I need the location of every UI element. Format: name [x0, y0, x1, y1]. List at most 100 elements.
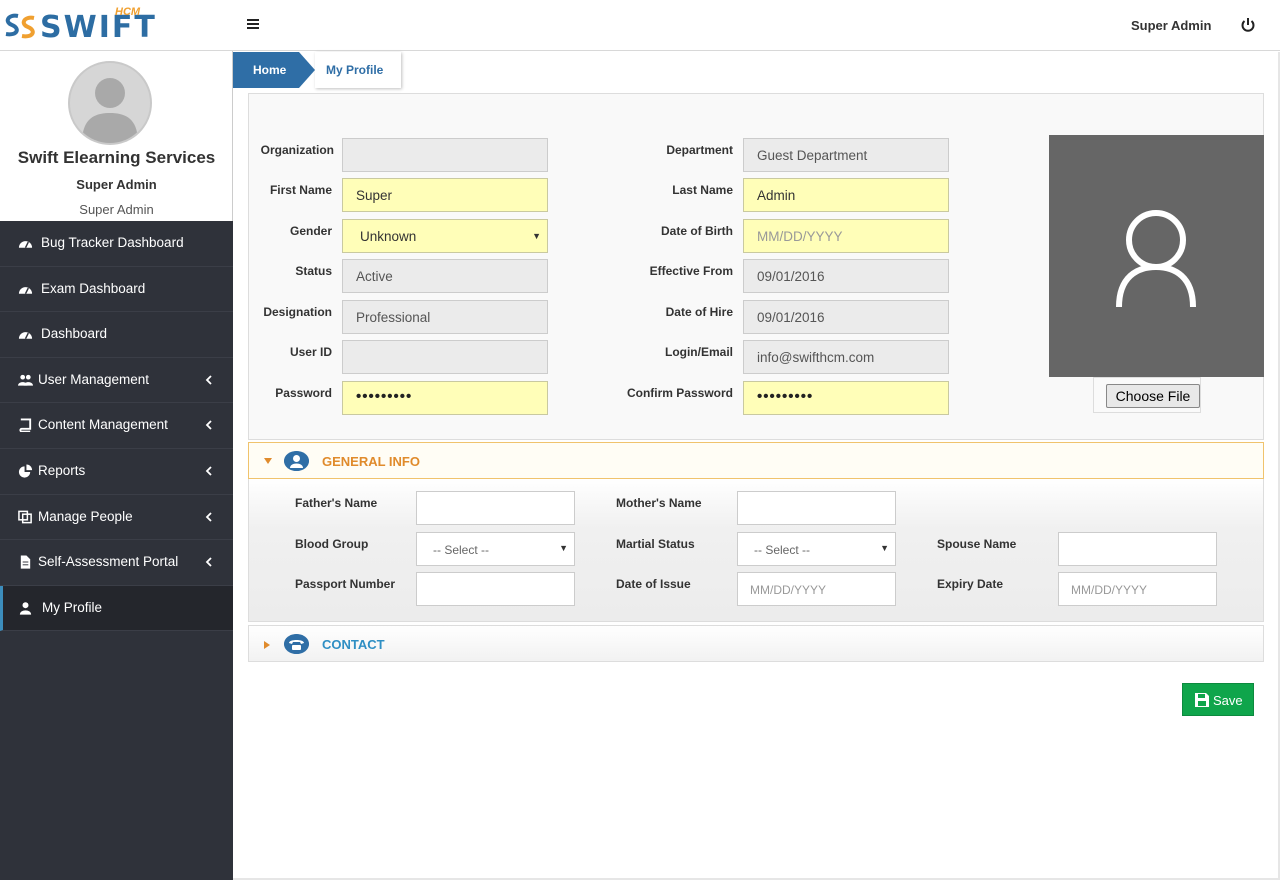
dropdown-arrow-icon: ▼: [532, 231, 541, 241]
password-field[interactable]: •••••••••: [342, 381, 548, 415]
chevron-left-icon: [205, 375, 212, 385]
breadcrumb-arrow: [299, 52, 315, 88]
department-label: Department: [666, 143, 733, 157]
user-circle-icon: [284, 451, 309, 471]
blood-group-select[interactable]: -- Select -- ▼: [416, 532, 575, 566]
chevron-left-icon: [205, 466, 212, 476]
phone-circle-icon: [284, 634, 309, 654]
general-info-accordion-header[interactable]: GENERAL INFO: [248, 442, 1264, 479]
profile-panel: Organization First Name Super Gender Unk…: [248, 93, 1264, 440]
book-icon: [19, 418, 32, 433]
users-icon: [18, 374, 33, 386]
dashboard-icon: [18, 332, 33, 340]
date-of-issue-label: Date of Issue: [616, 577, 691, 591]
user-id-field[interactable]: [342, 340, 548, 374]
top-header: SWIFT HCM Super Admin: [0, 0, 1280, 51]
header-user-name[interactable]: Super Admin: [1131, 18, 1211, 33]
sidebar-item-label: Reports: [38, 462, 86, 478]
power-icon[interactable]: [1240, 17, 1256, 33]
effective-from-field[interactable]: 09/01/2016: [743, 259, 949, 293]
password-label: Password: [275, 386, 332, 400]
chevron-left-icon: [205, 511, 212, 522]
user-outline-icon: [1116, 210, 1196, 308]
last-name-field[interactable]: Admin: [743, 178, 949, 212]
fathers-name-label: Father's Name: [295, 496, 378, 510]
caret-right-icon: [264, 641, 270, 649]
blood-group-selected-value: -- Select --: [433, 543, 490, 557]
department-field[interactable]: Guest Department: [743, 138, 949, 172]
sidebar-item-exam-dashboard[interactable]: Exam Dashboard: [0, 267, 233, 313]
blood-group-label: Blood Group: [295, 537, 369, 551]
general-info-title: GENERAL INFO: [322, 454, 420, 469]
contact-title: CONTACT: [322, 637, 385, 652]
first-name-label: First Name: [269, 183, 332, 197]
sidebar-item-content-management[interactable]: Content Management: [0, 403, 233, 449]
sidebar-item-label: Bug Tracker Dashboard: [41, 235, 184, 250]
status-label: Status: [295, 264, 332, 278]
mothers-name-label: Mother's Name: [616, 496, 702, 510]
expiry-date-field[interactable]: MM/DD/YYYY: [1058, 572, 1217, 606]
choose-file-button[interactable]: Choose File: [1106, 384, 1200, 408]
user-role-secondary: Super Admin: [79, 202, 154, 217]
sidebar-item-bug-tracker-dashboard[interactable]: Bug Tracker Dashboard: [0, 221, 233, 267]
sidebar-item-self-assessment-portal[interactable]: Self-Assessment Portal: [0, 540, 233, 586]
date-of-hire-field[interactable]: 09/01/2016: [743, 300, 949, 334]
first-name-field[interactable]: Super: [342, 178, 548, 212]
pie-chart-icon: [18, 464, 33, 478]
sidebar-item-dashboard[interactable]: Dashboard: [0, 312, 233, 358]
user-role-primary: Super Admin: [76, 177, 157, 192]
organization-field[interactable]: [342, 138, 548, 172]
login-email-field[interactable]: info@swifthcm.com: [743, 340, 949, 374]
passport-number-label: Passport Number: [295, 577, 396, 591]
user-icon: [19, 601, 32, 615]
date-of-issue-field[interactable]: MM/DD/YYYY: [737, 572, 896, 606]
dashboard-icon: [18, 241, 33, 249]
organization-name: Swift Elearning Services: [17, 148, 216, 167]
gender-selected-value: Unknown: [360, 229, 417, 244]
spouse-name-label: Spouse Name: [937, 537, 1017, 551]
martial-status-label: Martial Status: [616, 537, 695, 551]
contact-accordion-header[interactable]: CONTACT: [248, 625, 1264, 662]
login-email-label: Login/Email: [664, 345, 733, 359]
menu-toggle-icon[interactable]: [247, 16, 261, 32]
sidebar-item-my-profile[interactable]: My Profile: [0, 585, 233, 632]
martial-status-select[interactable]: -- Select -- ▼: [737, 532, 896, 566]
save-label: Save: [1213, 693, 1243, 708]
confirm-password-label: Confirm Password: [626, 386, 733, 400]
sidebar-item-label: Self-Assessment Portal: [38, 554, 179, 570]
designation-field[interactable]: Professional: [342, 300, 548, 334]
status-field[interactable]: Active: [342, 259, 548, 293]
dropdown-arrow-icon: ▼: [559, 543, 568, 553]
chevron-left-icon: [205, 420, 212, 431]
sidebar-item-label: Content Management: [38, 417, 168, 433]
fathers-name-field[interactable]: [416, 491, 575, 525]
date-of-birth-label: Date of Birth: [661, 224, 733, 238]
breadcrumb: My Profile Home: [233, 52, 401, 88]
save-button[interactable]: Save: [1182, 683, 1254, 716]
sidebar: Swift Elearning Services Super Admin Sup…: [0, 51, 233, 880]
passport-number-field[interactable]: [416, 572, 575, 606]
user-id-label: User ID: [289, 345, 332, 359]
user-silhouette-icon: [82, 78, 138, 143]
gender-select[interactable]: Unknown ▼: [342, 219, 548, 253]
avatar: [68, 61, 152, 145]
sidebar-item-label: Dashboard: [41, 326, 108, 342]
chevron-left-icon: [205, 557, 212, 567]
mothers-name-field[interactable]: [737, 491, 896, 525]
dropdown-arrow-icon: ▼: [880, 543, 889, 553]
copy-icon: [18, 510, 32, 523]
sidebar-item-manage-people[interactable]: Manage People: [0, 495, 233, 541]
swift-hcm-logo[interactable]: SWIFT HCM: [2, 6, 155, 46]
spouse-name-field[interactable]: [1058, 532, 1217, 566]
caret-down-icon: [264, 458, 272, 464]
date-of-hire-label: Date of Hire: [665, 305, 733, 319]
sidebar-item-user-management[interactable]: User Management: [0, 358, 233, 404]
breadcrumb-home-link[interactable]: Home: [233, 52, 299, 88]
confirm-password-field[interactable]: •••••••••: [743, 381, 949, 415]
sidebar-profile-card: Swift Elearning Services Super Admin Sup…: [0, 51, 233, 221]
effective-from-label: Effective From: [649, 264, 733, 278]
document-icon: [20, 555, 31, 569]
sidebar-item-reports[interactable]: Reports: [0, 449, 233, 495]
date-of-birth-field[interactable]: MM/DD/YYYY: [743, 219, 949, 253]
file-upload: Choose File: [1093, 377, 1201, 413]
